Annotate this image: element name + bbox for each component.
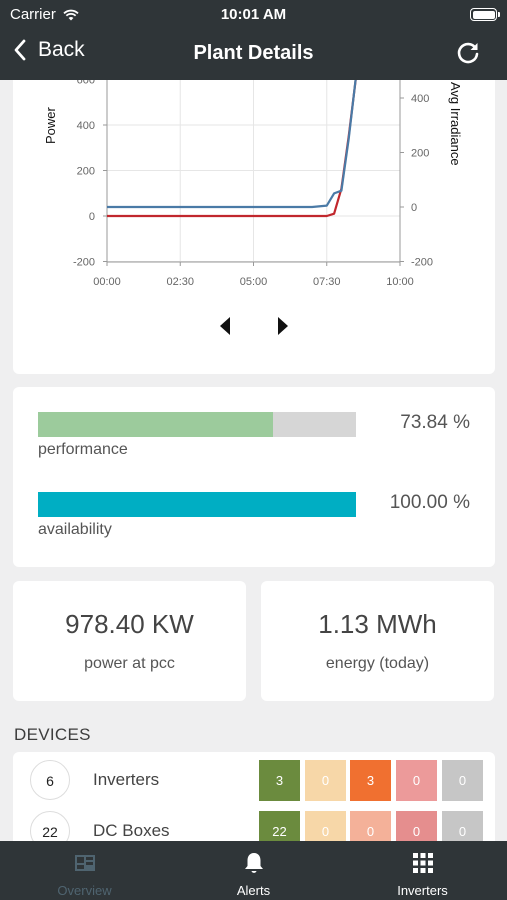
tab-alerts[interactable]: Alerts (169, 841, 338, 900)
power-irradiance-chart: 00:00 02:30 05:00 07:30 10:006004002000-2004… (43, 66, 463, 288)
device-name: DC Boxes (93, 821, 170, 840)
x-tick-label: 07:30 (313, 276, 341, 288)
y2-tick-label: 200 (411, 148, 429, 160)
tab-inverters[interactable]: Inverters (338, 841, 507, 900)
y2-tick-label: 400 (411, 93, 429, 105)
page-title: Plant Details (193, 42, 314, 64)
top-bar: Carrier 10:01 AM Back Plant Details (0, 0, 507, 80)
status-box-ok[interactable]: 3 (259, 760, 300, 801)
y-tick-label: 200 (77, 166, 95, 178)
performance-bar-track (38, 412, 356, 437)
energy-today-card: 1.13 MWh energy (today) (261, 581, 494, 701)
availability-label: availability (38, 521, 112, 538)
power-chart-card: 00:00 02:30 05:00 07:30 10:00 600 400 200 0 -200 4… (13, 66, 495, 374)
x-tick-label: 02:30 (166, 276, 194, 288)
tab-bar: Overview Alerts Inverters (0, 841, 507, 900)
performance-bar-fill (38, 412, 273, 437)
status-bar: Carrier 10:01 AM (0, 6, 507, 24)
status-box-ok[interactable]: 22 (259, 811, 300, 842)
status-time: 10:01 AM (220, 6, 287, 23)
performance-value: 73.84 % (400, 412, 470, 433)
status-box-warning[interactable]: 3 (350, 760, 391, 801)
tab-alerts-label: Alerts (236, 883, 271, 898)
tab-overview[interactable]: Overview (0, 841, 169, 900)
y-tick-label: -200 (73, 257, 95, 269)
status-box-info[interactable]: 0 (305, 811, 346, 842)
chart-pager (13, 314, 495, 340)
power-at-pcc-card: 978.40 KW power at pcc (13, 581, 246, 701)
battery-icon (470, 8, 500, 21)
refresh-icon[interactable] (455, 40, 481, 66)
y-tick-label: 0 (89, 211, 95, 223)
dashboard-icon (75, 855, 95, 871)
energy-today-caption: energy (today) (325, 655, 430, 672)
previous-day-icon[interactable] (220, 317, 230, 335)
device-count: 22 (30, 811, 70, 842)
series-line-1 (107, 66, 361, 209)
device-row-dc-boxes[interactable]: 22 DC Boxes 22 0 0 0 0 (13, 807, 495, 842)
status-box-error[interactable]: 0 (396, 760, 437, 801)
y2-tick-label: -200 (411, 257, 433, 269)
performance-label: performance (38, 441, 128, 458)
availability-bar-fill (38, 492, 356, 517)
series-line-0 (107, 66, 362, 218)
x-tick-label: 05:00 (240, 276, 268, 288)
bell-icon (245, 853, 263, 873)
power-at-pcc-caption: power at pcc (84, 655, 175, 672)
navigation-bar: Back Plant Details (0, 34, 507, 72)
next-day-icon[interactable] (278, 317, 288, 335)
x-tick-label: 10:00 (386, 276, 414, 288)
device-row-inverters[interactable]: 6 Inverters 3 0 3 0 0 (13, 756, 495, 801)
y2-tick-label: 0 (411, 202, 417, 214)
availability-value: 100.00 % (389, 492, 470, 513)
status-box-info[interactable]: 0 (305, 760, 346, 801)
tab-inverters-label: Inverters (397, 883, 448, 898)
performance-card: 73.84 % performance 100.00 % availabilit… (13, 387, 495, 567)
devices-heading: DEVICES (14, 725, 91, 744)
status-box-offline[interactable]: 0 (442, 811, 483, 842)
x-tick-label: 00:00 (93, 276, 121, 288)
status-box-warning[interactable]: 0 (350, 811, 391, 842)
status-box-offline[interactable]: 0 (442, 760, 483, 801)
status-box-error[interactable]: 0 (396, 811, 437, 842)
grid-icon (413, 853, 433, 873)
energy-today-value: 1.13 MWh (318, 609, 437, 639)
device-name: Inverters (93, 770, 160, 789)
power-at-pcc-value: 978.40 KW (65, 609, 194, 639)
device-count: 6 (30, 760, 70, 800)
availability-bar-track (38, 492, 356, 517)
y-axis-label: Power (43, 106, 58, 144)
tab-overview-label: Overview (57, 883, 112, 898)
y-tick-label: 400 (77, 120, 95, 132)
y2-axis-label: Avg Irradiance (448, 82, 463, 166)
devices-card: 6 Inverters 3 0 3 0 0 22 DC Boxes 22 0 0… (13, 752, 495, 842)
